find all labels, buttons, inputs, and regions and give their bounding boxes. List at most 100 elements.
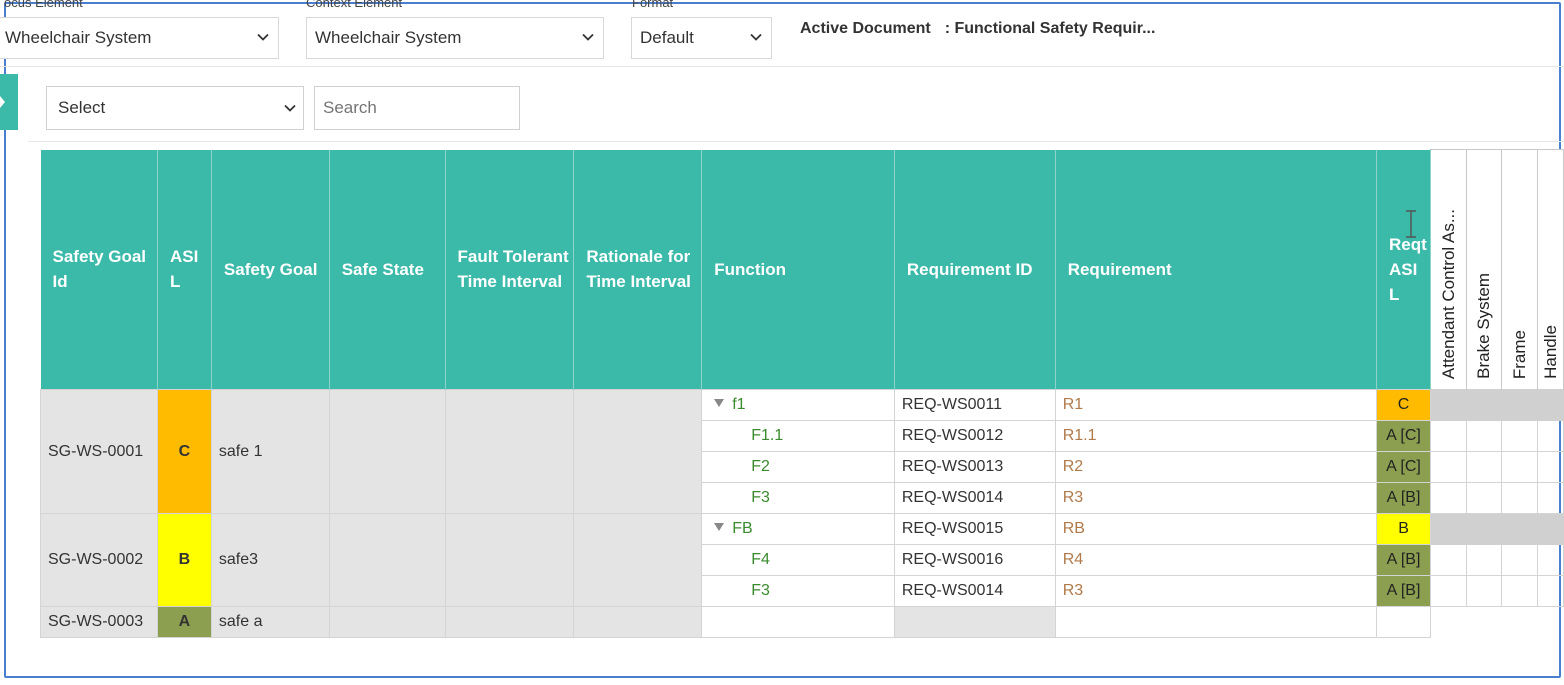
reqt-asil-cell[interactable]	[1376, 606, 1432, 638]
col-header-safety-goal[interactable]: Safety Goal	[211, 149, 330, 390]
matrix-cell[interactable]	[1536, 575, 1564, 607]
safety-goal-id-cell[interactable]: SG-WS-0001	[40, 389, 158, 514]
function-cell[interactable]: F1.1	[701, 420, 895, 452]
matrix-cell[interactable]	[1430, 575, 1467, 607]
requirement-cell[interactable]: R1.1	[1054, 420, 1378, 452]
matrix-cell[interactable]	[1465, 544, 1502, 576]
active-document-value[interactable]: : Functional Safety Requir...	[945, 20, 1156, 37]
function-cell[interactable]: F3	[701, 575, 895, 607]
reqt-asil-cell[interactable]: A [B]	[1376, 482, 1432, 514]
matrix-cell[interactable]	[1430, 420, 1467, 452]
safety-goal-cell[interactable]: safe3	[210, 513, 330, 607]
col-header-asil[interactable]: ASI L	[157, 149, 212, 390]
requirement-cell[interactable]: R2	[1054, 451, 1378, 483]
matrix-cell[interactable]	[1430, 451, 1467, 483]
reqt-asil-cell[interactable]: A [C]	[1376, 420, 1432, 452]
matrix-cell[interactable]	[1465, 389, 1502, 421]
requirement-id-cell[interactable]	[893, 606, 1056, 638]
matrix-cell[interactable]	[1430, 544, 1467, 576]
format-dropdown[interactable]: Default	[631, 17, 772, 59]
search-input[interactable]	[314, 86, 520, 130]
function-cell[interactable]: f1	[701, 389, 895, 421]
requirement-cell[interactable]: R4	[1054, 544, 1378, 576]
reqt-asil-cell[interactable]: B	[1376, 513, 1432, 545]
requirement-cell[interactable]	[1054, 606, 1378, 638]
function-cell[interactable]	[701, 606, 895, 638]
ftti-cell[interactable]	[444, 513, 575, 607]
asil-cell[interactable]: B	[156, 513, 212, 607]
safe-state-cell[interactable]	[328, 389, 446, 514]
matrix-cell[interactable]	[1430, 482, 1467, 514]
function-cell[interactable]: F3	[701, 482, 895, 514]
asil-cell[interactable]: A	[156, 606, 212, 638]
reqt-asil-cell[interactable]: C	[1376, 389, 1432, 421]
matrix-cell[interactable]	[1465, 482, 1502, 514]
rationale-cell[interactable]	[573, 606, 703, 638]
expand-triangle-icon[interactable]	[714, 399, 725, 407]
col-header-attendant-control[interactable]: Attendant Control As...	[1430, 149, 1467, 390]
col-header-safety-goal-id[interactable]: Safety Goal Id	[40, 149, 158, 390]
function-cell[interactable]: F2	[701, 451, 895, 483]
col-header-safe-state[interactable]: Safe State	[329, 149, 446, 390]
safe-state-cell[interactable]	[328, 606, 446, 638]
col-header-brake-system[interactable]: Brake System	[1466, 149, 1502, 390]
matrix-cell[interactable]	[1500, 482, 1538, 514]
safety-goal-cell[interactable]: safe a	[210, 606, 330, 638]
matrix-cell[interactable]	[1500, 420, 1538, 452]
col-header-requirement[interactable]: Requirement	[1055, 149, 1378, 390]
matrix-cell[interactable]	[1430, 389, 1467, 421]
safety-goal-id-cell[interactable]: SG-WS-0003	[40, 606, 158, 638]
requirement-id-cell[interactable]: REQ-WS0014	[893, 482, 1056, 514]
focus-element-dropdown[interactable]: Wheelchair System	[0, 17, 279, 59]
requirement-id-cell[interactable]: REQ-WS0014	[893, 575, 1056, 607]
reqt-asil-cell[interactable]: A [C]	[1376, 451, 1432, 483]
safety-goal-id-cell[interactable]: SG-WS-0002	[40, 513, 158, 607]
context-element-dropdown[interactable]: Wheelchair System	[306, 17, 604, 59]
matrix-cell[interactable]	[1500, 575, 1538, 607]
sidebar-toggle[interactable]	[0, 74, 18, 130]
matrix-cell[interactable]	[1465, 420, 1502, 452]
requirement-id-cell[interactable]: REQ-WS0016	[893, 544, 1056, 576]
matrix-cell[interactable]	[1500, 451, 1538, 483]
matrix-cell[interactable]	[1430, 513, 1467, 545]
matrix-cell[interactable]	[1536, 420, 1564, 452]
requirement-id-cell[interactable]: REQ-WS0011	[893, 389, 1056, 421]
col-header-ftti[interactable]: Fault Tolerant Time Interval	[445, 149, 575, 390]
col-header-reqt-asil[interactable]: Reqt ASI L	[1376, 149, 1432, 390]
matrix-cell[interactable]	[1465, 575, 1502, 607]
requirement-id-cell[interactable]: REQ-WS0015	[893, 513, 1056, 545]
col-header-requirement-id[interactable]: Requirement ID	[894, 149, 1056, 390]
requirement-cell[interactable]: R1	[1054, 389, 1378, 421]
col-header-rationale[interactable]: Rationale for Time Interval	[573, 149, 703, 390]
requirement-id-cell[interactable]: REQ-WS0012	[893, 420, 1056, 452]
ftti-cell[interactable]	[444, 606, 575, 638]
rationale-cell[interactable]	[573, 389, 703, 514]
requirement-id-cell[interactable]: REQ-WS0013	[893, 451, 1056, 483]
function-cell[interactable]: FB	[701, 513, 895, 545]
matrix-cell[interactable]	[1465, 451, 1502, 483]
col-header-frame[interactable]: Frame	[1501, 149, 1538, 390]
safe-state-cell[interactable]	[328, 513, 446, 607]
matrix-cell[interactable]	[1500, 513, 1538, 545]
requirement-cell[interactable]: R3	[1054, 575, 1378, 607]
matrix-cell[interactable]	[1536, 513, 1564, 545]
col-header-function[interactable]: Function	[701, 149, 895, 390]
col-header-handle[interactable]: Handle	[1537, 149, 1564, 390]
matrix-cell[interactable]	[1536, 482, 1564, 514]
matrix-cell[interactable]	[1536, 544, 1564, 576]
reqt-asil-cell[interactable]: A [B]	[1376, 544, 1432, 576]
reqt-asil-cell[interactable]: A [B]	[1376, 575, 1432, 607]
ftti-cell[interactable]	[444, 389, 575, 514]
requirement-cell[interactable]: R3	[1054, 482, 1378, 514]
matrix-cell[interactable]	[1536, 451, 1564, 483]
safety-goal-cell[interactable]: safe 1	[210, 389, 330, 514]
rationale-cell[interactable]	[573, 513, 703, 607]
matrix-cell[interactable]	[1465, 513, 1502, 545]
matrix-cell[interactable]	[1536, 389, 1564, 421]
function-cell[interactable]: F4	[701, 544, 895, 576]
expand-triangle-icon[interactable]	[714, 523, 725, 531]
asil-cell[interactable]: C	[156, 389, 212, 514]
filter-select[interactable]: Select	[46, 86, 304, 130]
requirement-cell[interactable]: RB	[1054, 513, 1378, 545]
matrix-cell[interactable]	[1500, 544, 1538, 576]
